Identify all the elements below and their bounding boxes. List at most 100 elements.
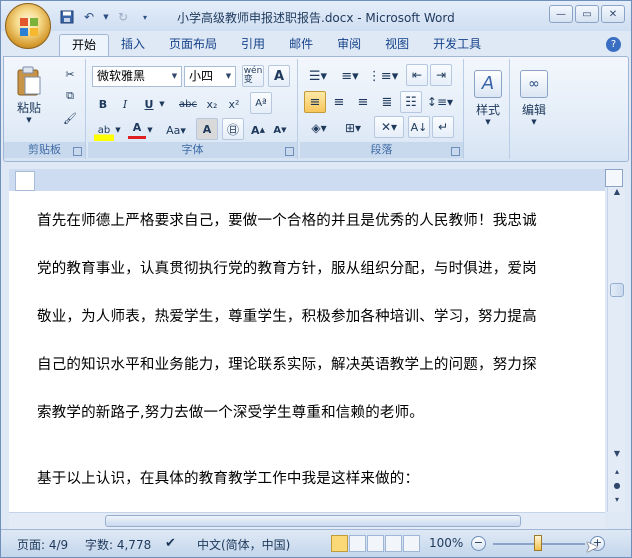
sort-button[interactable]: A↓ — [408, 116, 430, 138]
horizontal-scrollbar[interactable] — [9, 512, 605, 529]
editing-group: ∞ 编辑 ▼ — [512, 59, 556, 159]
change-case-button[interactable]: Aa▾ — [162, 119, 190, 141]
document-page[interactable]: 首先在师德上严格要求自己，要做一个合格的并且是优秀的人民教师！我忠诚 党的教育事… — [9, 191, 605, 513]
maximize-button[interactable]: ▭ — [575, 5, 599, 23]
font-name-combo[interactable]: 微软雅黑 ▼ — [92, 66, 182, 87]
paste-button[interactable]: 粘贴 ▼ — [10, 63, 48, 125]
scroll-up-icon[interactable]: ▲ — [610, 187, 624, 201]
clear-formatting-button[interactable]: Aª — [250, 92, 272, 114]
copy-icon[interactable]: ⧉ — [60, 87, 80, 105]
tab-developer[interactable]: 开发工具 — [421, 34, 493, 56]
zoom-out-button[interactable]: − — [471, 536, 486, 551]
previous-page-icon[interactable]: ▴ — [610, 467, 624, 481]
outline-view-icon[interactable] — [385, 535, 402, 552]
redo-icon[interactable]: ↻ — [115, 9, 131, 25]
align-right-button[interactable]: ≡ — [352, 91, 374, 113]
full-screen-reading-view-icon[interactable] — [349, 535, 366, 552]
next-page-icon[interactable]: ▾ — [610, 495, 624, 509]
font-color-dropdown-icon[interactable]: ▼ — [146, 119, 154, 141]
numbering-button[interactable]: ≡▾ — [336, 65, 364, 87]
borders-button[interactable]: ⊞▾ — [338, 117, 368, 139]
paste-icon — [17, 66, 41, 95]
draft-view-icon[interactable] — [403, 535, 420, 552]
phonetic-guide-button[interactable]: wén 变 — [242, 65, 264, 87]
editing-dropdown-icon: ▼ — [531, 118, 537, 126]
paragraph-launcher-icon[interactable] — [451, 147, 460, 156]
font-launcher-icon[interactable] — [285, 147, 294, 156]
vertical-scroll-thumb[interactable] — [610, 283, 624, 297]
tab-page-layout[interactable]: 页面布局 — [157, 34, 229, 56]
paragraph-group-label: 段落 — [300, 142, 463, 158]
view-buttons — [331, 535, 420, 552]
zoom-slider-knob[interactable] — [534, 535, 542, 551]
cut-icon[interactable]: ✂ — [60, 65, 80, 83]
character-border-button[interactable]: A — [268, 65, 290, 87]
chinese-layout-button[interactable]: ✕▾ — [374, 116, 404, 138]
enclose-characters-button[interactable]: ㊐ — [222, 118, 244, 140]
underline-dropdown-icon[interactable]: ▼ — [158, 93, 166, 115]
print-layout-view-icon[interactable] — [331, 535, 348, 552]
proofing-icon[interactable]: ✔ — [165, 536, 176, 551]
tab-view[interactable]: 视图 — [373, 34, 421, 56]
increase-indent-button[interactable]: ⇥ — [430, 64, 452, 86]
help-icon[interactable]: ? — [606, 37, 621, 52]
font-size-combo[interactable]: 小四 ▼ — [184, 66, 236, 87]
scroll-down-icon[interactable]: ▼ — [610, 449, 624, 463]
font-size-dropdown-icon[interactable]: ▼ — [222, 67, 235, 86]
word-window: ↶ ▼ ↻ ▾ 小学高级教师申报述职报告.docx - Microsoft Wo… — [0, 0, 632, 558]
bullets-button[interactable]: ☰▾ — [304, 65, 332, 87]
format-painter-icon[interactable]: 🖌 — [60, 109, 80, 127]
clipboard-launcher-icon[interactable] — [73, 147, 82, 156]
multilevel-list-button[interactable]: ⋮≡▾ — [368, 65, 398, 87]
show-hide-marks-button[interactable]: ↵ — [432, 116, 454, 138]
office-button[interactable] — [5, 3, 51, 49]
language-indicator[interactable]: 中文(简体，中国) — [197, 536, 290, 553]
undo-dropdown-icon[interactable]: ▼ — [103, 9, 109, 25]
highlight-dropdown-icon[interactable]: ▼ — [114, 119, 122, 141]
underline-button[interactable]: U — [140, 93, 158, 115]
web-layout-view-icon[interactable] — [367, 535, 384, 552]
paste-label: 粘贴 — [16, 100, 41, 115]
strikethrough-button[interactable]: abc — [176, 93, 200, 115]
page-count[interactable]: 页面: 4/9 — [17, 536, 68, 553]
grow-font-button[interactable]: A ▲ — [248, 119, 268, 141]
justify-button[interactable]: ≣ — [376, 91, 398, 113]
tab-insert[interactable]: 插入 — [109, 34, 157, 56]
italic-button[interactable]: I — [116, 93, 134, 115]
decrease-indent-button[interactable]: ⇤ — [406, 64, 428, 86]
minimize-button[interactable]: — — [549, 5, 573, 23]
tab-home[interactable]: 开始 — [59, 34, 110, 56]
select-browse-object-icon[interactable]: ● — [610, 481, 624, 495]
font-name-dropdown-icon[interactable]: ▼ — [168, 67, 181, 86]
zoom-level[interactable]: 100% — [429, 536, 463, 550]
tab-mailings[interactable]: 邮件 — [277, 34, 325, 56]
clipboard-group: 粘贴 ▼ ✂ ⧉ 🖌 剪贴板 — [4, 59, 86, 159]
font-color-button[interactable]: A — [128, 119, 146, 139]
customize-qat-icon[interactable]: ▾ — [137, 9, 153, 25]
tab-references[interactable]: 引用 — [229, 34, 277, 56]
shrink-font-button[interactable]: A ▼ — [270, 119, 290, 141]
line-spacing-button[interactable]: ↕≡▾ — [426, 91, 454, 113]
word-count[interactable]: 字数: 4,778 — [85, 536, 151, 553]
align-center-button[interactable]: ≡ — [328, 91, 350, 113]
character-shading-button[interactable]: A — [196, 118, 218, 140]
align-left-button[interactable]: ≡ — [304, 91, 326, 113]
distributed-button[interactable]: ☷ — [400, 91, 422, 113]
horizontal-scroll-thumb[interactable] — [105, 515, 521, 527]
document-line: 自己的知识水平和业务能力，理论联系实际，解决英语教学上的问题，努力探 — [37, 357, 537, 373]
save-icon[interactable] — [59, 9, 75, 25]
undo-icon[interactable]: ↶ — [81, 9, 97, 25]
paste-dropdown-icon: ▼ — [26, 115, 32, 124]
shading-button[interactable]: ◈▾ — [304, 117, 334, 139]
view-ruler-button[interactable] — [605, 169, 623, 187]
subscript-button[interactable]: x₂ — [202, 93, 222, 115]
styles-button[interactable]: A 样式 ▼ — [468, 63, 508, 133]
document-line: 基于以上认识，在具体的教育教学工作中我是这样来做的： — [37, 471, 420, 487]
editing-button[interactable]: ∞ 编辑 ▼ — [514, 63, 554, 133]
close-button[interactable]: ✕ — [601, 5, 625, 23]
tab-review[interactable]: 审阅 — [325, 34, 373, 56]
bold-button[interactable]: B — [94, 93, 112, 115]
superscript-button[interactable]: x² — [224, 93, 244, 115]
vertical-scrollbar[interactable]: ▲ ▼ ▴ ● ▾ — [607, 187, 625, 512]
highlight-button[interactable]: ab — [94, 119, 114, 141]
